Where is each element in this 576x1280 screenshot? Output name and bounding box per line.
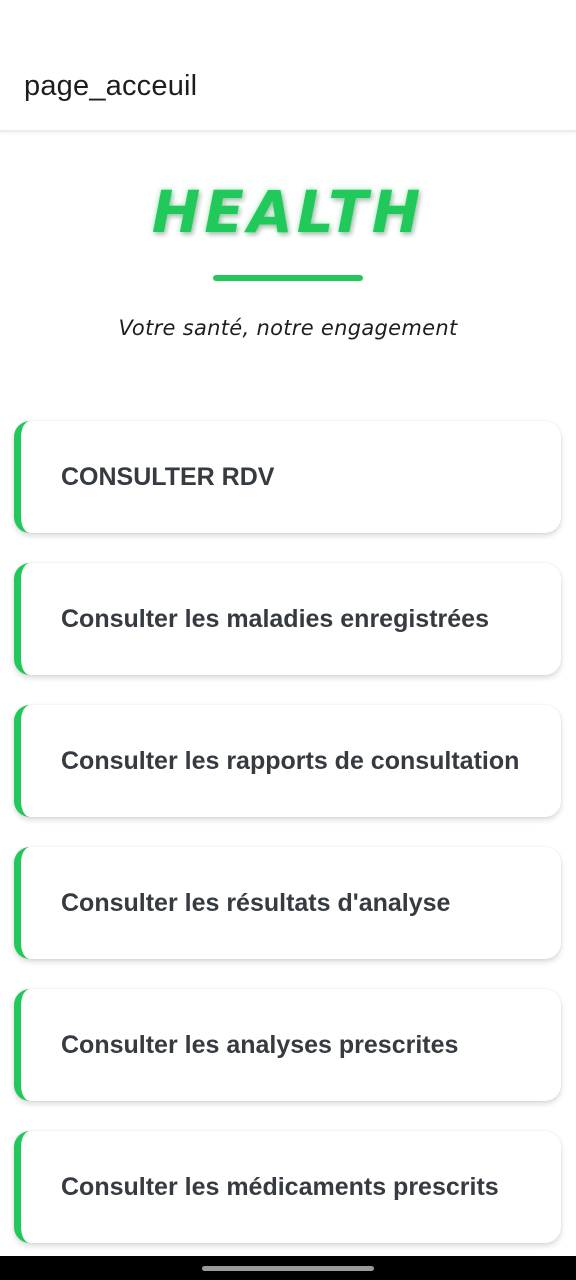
- system-navigation-bar: [0, 1256, 576, 1280]
- consulter-rapports-button[interactable]: Consulter les rapports de consultation: [14, 705, 561, 817]
- consulter-resultats-analyse-button[interactable]: Consulter les résultats d'analyse: [14, 847, 561, 959]
- menu-item-label: CONSULTER RDV: [61, 463, 275, 491]
- brand-underline-divider: [213, 275, 363, 281]
- page-title: page_acceuil: [24, 70, 198, 102]
- brand-tagline: Votre santé, notre engagement: [118, 316, 458, 340]
- consulter-rdv-button[interactable]: CONSULTER RDV: [14, 421, 561, 533]
- consulter-maladies-button[interactable]: Consulter les maladies enregistrées: [14, 563, 561, 675]
- menu-item-label: Consulter les résultats d'analyse: [61, 889, 451, 917]
- menu-item-label: Consulter les maladies enregistrées: [61, 605, 489, 633]
- main-menu: CONSULTER RDV Consulter les maladies enr…: [14, 421, 561, 1273]
- consulter-medicaments-button[interactable]: Consulter les médicaments prescrits: [14, 1131, 561, 1243]
- consulter-analyses-prescrites-button[interactable]: Consulter les analyses prescrites: [14, 989, 561, 1101]
- home-gesture-handle[interactable]: [202, 1266, 374, 1271]
- menu-item-label: Consulter les rapports de consultation: [61, 747, 520, 775]
- menu-item-label: Consulter les analyses prescrites: [61, 1031, 459, 1059]
- menu-item-label: Consulter les médicaments prescrits: [61, 1173, 499, 1201]
- brand-logo-text: HEALTH: [151, 178, 425, 246]
- app-bar: page_acceuil: [0, 0, 576, 132]
